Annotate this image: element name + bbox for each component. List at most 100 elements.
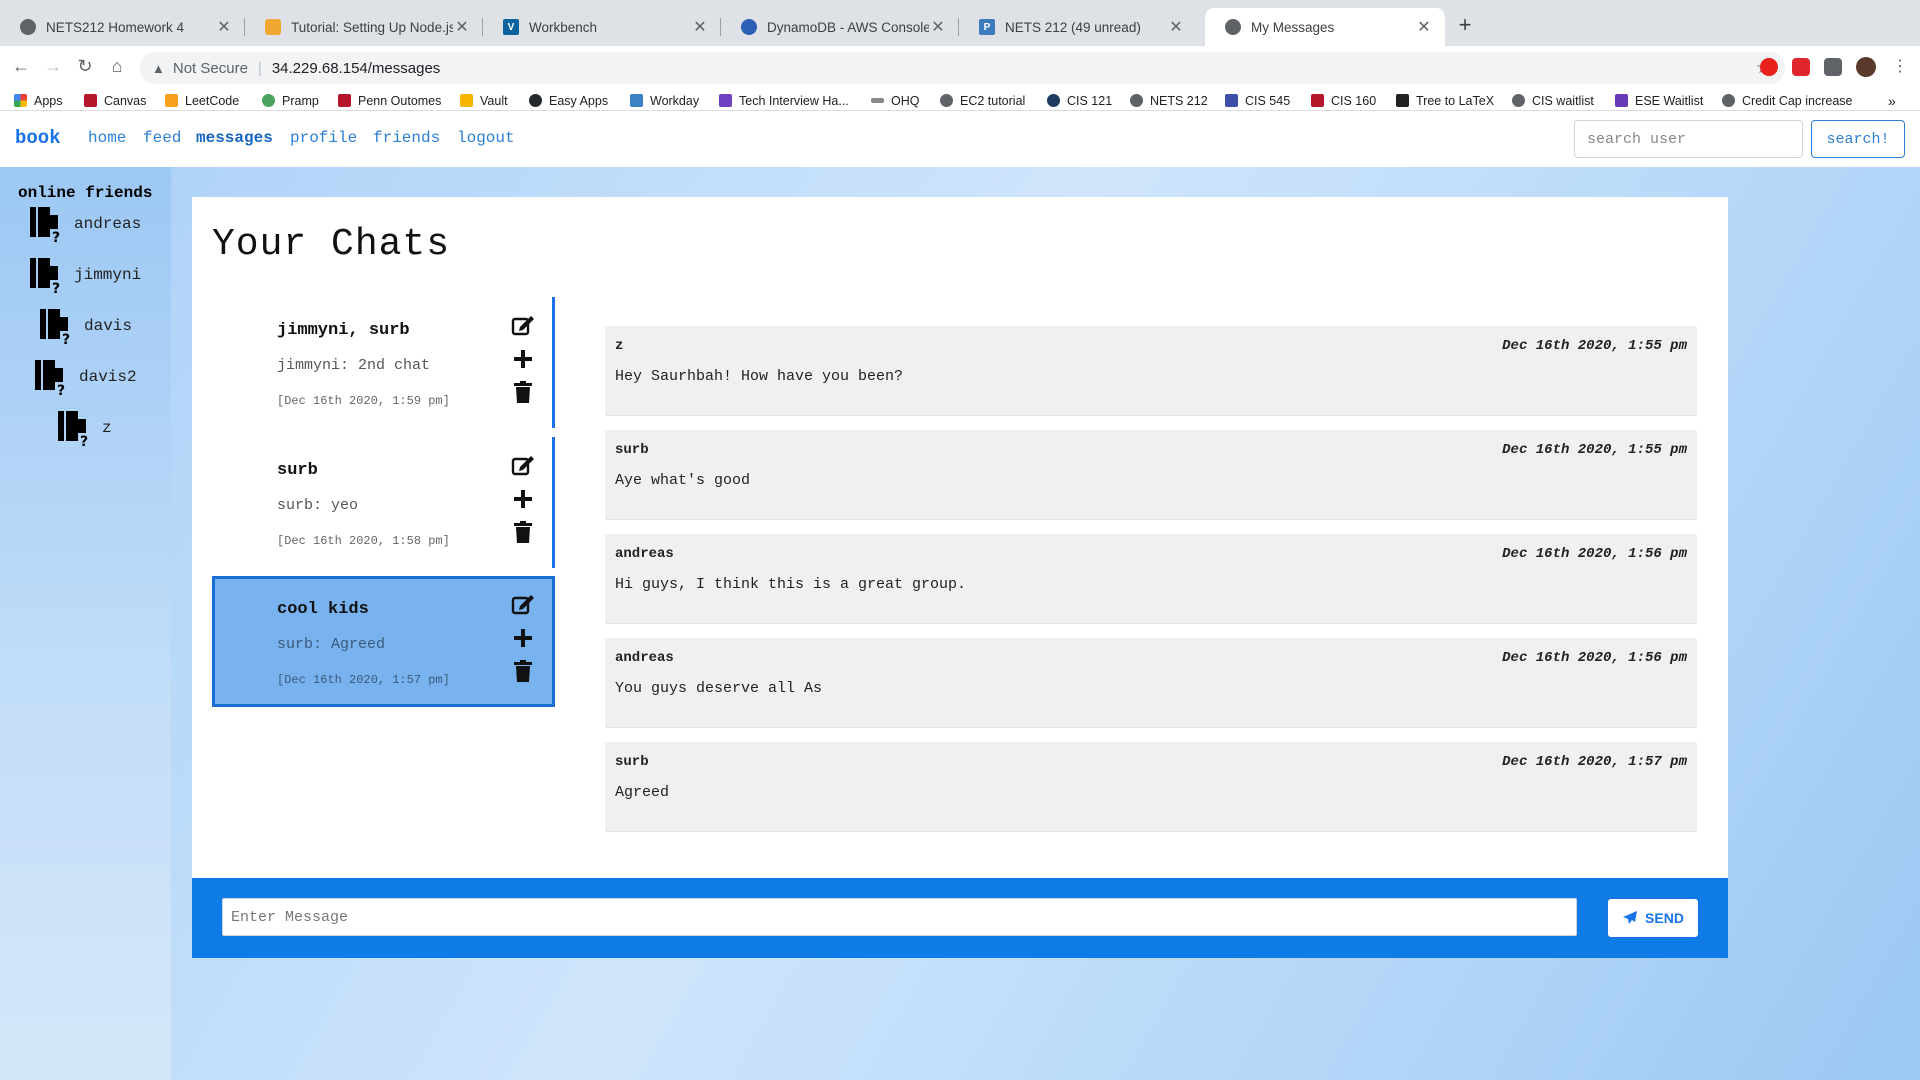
friend-name: davis xyxy=(84,317,133,335)
bookmark-item[interactable]: CIS 160 xyxy=(1311,91,1376,110)
nav-home[interactable]: home xyxy=(88,129,126,147)
bookmark-item[interactable]: Credit Cap increase xyxy=(1722,91,1852,110)
friend-item-z[interactable]: ? z xyxy=(56,409,112,447)
browser-toolbar: ← → ↻ ⌂ ▲ Not Secure | 34.229.68.154/mes… xyxy=(0,46,1920,91)
browser-tab[interactable]: Tutorial: Setting Up Node.js on ✕ xyxy=(245,8,483,46)
nav-logout[interactable]: logout xyxy=(457,129,515,147)
bookmark-item[interactable]: Workday xyxy=(630,91,699,110)
chat-timestamp: [Dec 16th 2020, 1:58 pm] xyxy=(277,534,450,548)
new-tab-button[interactable]: + xyxy=(1452,12,1478,38)
send-button[interactable]: SEND xyxy=(1607,898,1699,938)
browser-tab-active[interactable]: My Messages ✕ xyxy=(1205,8,1445,46)
browser-tab[interactable]: P NETS 212 (49 unread) ✕ xyxy=(959,8,1197,46)
more-bookmarks-icon[interactable]: » xyxy=(1888,91,1896,110)
close-icon[interactable]: ✕ xyxy=(691,17,709,37)
bookmark-item[interactable]: Penn Outomes xyxy=(338,91,441,110)
chat-name: jimmyni, surb xyxy=(277,321,410,340)
browser-tab[interactable]: NETS212 Homework 4 ✕ xyxy=(0,8,245,46)
bookmark-item[interactable]: Tech Interview Ha... xyxy=(719,91,849,110)
friend-name: jimmyni xyxy=(74,266,142,284)
bookmark-item[interactable]: Canvas xyxy=(84,91,146,110)
chat-name: cool kids xyxy=(277,600,369,619)
chat-item[interactable]: surb surb: yeo [Dec 16th 2020, 1:58 pm] xyxy=(212,437,555,568)
bookmark-item[interactable]: LeetCode xyxy=(165,91,239,110)
chat-last-message: surb: Agreed xyxy=(277,636,386,653)
message-item: surb Dec 16th 2020, 1:57 pm Agreed xyxy=(605,742,1697,832)
reload-icon[interactable]: ↻ xyxy=(73,56,97,77)
add-icon[interactable] xyxy=(510,486,536,512)
avatar[interactable] xyxy=(1856,57,1876,77)
search-button[interactable]: search! xyxy=(1811,120,1905,158)
trash-icon[interactable] xyxy=(510,379,536,405)
trash-icon[interactable] xyxy=(510,658,536,684)
bookmark-item[interactable]: NETS 212 xyxy=(1130,91,1208,110)
nav-feed[interactable]: feed xyxy=(143,129,181,147)
message-sender: surb xyxy=(615,754,649,770)
friend-item-davis[interactable]: ? davis xyxy=(38,307,132,345)
chat-last-message: jimmyni: 2nd chat xyxy=(277,357,431,374)
nav-friends[interactable]: friends xyxy=(373,129,440,147)
apps-grid-icon xyxy=(14,94,27,107)
browser-tab[interactable]: V Workbench ✕ xyxy=(483,8,721,46)
trash-icon[interactable] xyxy=(510,519,536,545)
close-icon[interactable]: ✕ xyxy=(929,17,947,37)
friend-item-jimmyni[interactable]: ? jimmyni xyxy=(28,256,141,294)
brand-logo[interactable]: book xyxy=(15,127,61,149)
online-friends-sidebar: online friends ? andreas ? jimmyni ? dav… xyxy=(0,167,171,1080)
bookmarks-bar: Apps Canvas LeetCode Pramp Penn Outomes … xyxy=(0,91,1920,111)
bookmark-item[interactable]: Tree to LaTeX xyxy=(1396,91,1494,110)
chat-timestamp: [Dec 16th 2020, 1:59 pm] xyxy=(277,394,450,408)
chat-item[interactable]: jimmyni, surb jimmyni: 2nd chat [Dec 16t… xyxy=(212,297,555,428)
nav-profile[interactable]: profile xyxy=(290,129,357,147)
forward-icon[interactable]: → xyxy=(41,56,65,77)
address-bar[interactable]: ▲ Not Secure | 34.229.68.154/messages ☆ xyxy=(140,52,1785,84)
avatar-placeholder-icon: ? xyxy=(30,207,60,243)
add-icon[interactable] xyxy=(510,346,536,372)
nav-messages[interactable]: messages xyxy=(196,129,273,147)
bookmark-item[interactable]: CIS 121 xyxy=(1047,91,1112,110)
bookmark-item[interactable]: Pramp xyxy=(262,91,319,110)
message-time: Dec 16th 2020, 1:56 pm xyxy=(1502,546,1687,562)
edit-icon[interactable] xyxy=(510,591,536,617)
latex-icon xyxy=(1396,94,1409,107)
message-text: Hi guys, I think this is a great group. xyxy=(615,576,967,593)
edit-icon[interactable] xyxy=(510,312,536,338)
browser-tab[interactable]: DynamoDB - AWS Console ✕ xyxy=(721,8,959,46)
extension-icon[interactable] xyxy=(1792,58,1810,76)
home-icon[interactable]: ⌂ xyxy=(105,56,129,77)
bookmark-item[interactable]: EC2 tutorial xyxy=(940,91,1025,110)
bookmark-item[interactable]: Apps xyxy=(14,91,63,110)
page-title: Your Chats xyxy=(212,223,451,266)
penn-icon xyxy=(1311,94,1324,107)
extension-icon[interactable] xyxy=(1760,58,1778,76)
bookmark-item[interactable]: Easy Apps xyxy=(529,91,608,110)
add-icon[interactable] xyxy=(510,625,536,651)
close-icon[interactable]: ✕ xyxy=(215,17,233,37)
close-icon[interactable]: ✕ xyxy=(453,17,471,37)
chat-name: surb xyxy=(277,461,318,480)
bookmark-item[interactable]: CIS waitlist xyxy=(1512,91,1594,110)
search-user-input[interactable] xyxy=(1574,120,1803,158)
puzzle-icon[interactable] xyxy=(1824,58,1842,76)
bookmark-item[interactable]: OHQ xyxy=(871,91,919,110)
close-icon[interactable]: ✕ xyxy=(1167,17,1185,37)
chat-last-message: surb: yeo xyxy=(277,497,359,514)
friend-item-andreas[interactable]: ? andreas xyxy=(28,205,141,243)
leetcode-icon xyxy=(165,94,178,107)
globe-icon xyxy=(1722,94,1735,107)
message-text: Hey Saurhbah! How have you been? xyxy=(615,368,904,385)
close-icon[interactable]: ✕ xyxy=(1415,17,1433,37)
globe-icon xyxy=(1225,19,1241,35)
message-input[interactable] xyxy=(222,898,1577,936)
menu-icon[interactable]: ⋮ xyxy=(1888,56,1912,76)
bookmark-item[interactable]: Vault xyxy=(460,91,508,110)
edit-icon[interactable] xyxy=(510,452,536,478)
message-item: surb Dec 16th 2020, 1:55 pm Aye what's g… xyxy=(605,430,1697,520)
back-icon[interactable]: ← xyxy=(9,56,33,77)
message-text: Aye what's good xyxy=(615,472,751,489)
bookmark-item[interactable]: ESE Waitlist xyxy=(1615,91,1703,110)
bookmark-item[interactable]: CIS 545 xyxy=(1225,91,1290,110)
friend-item-davis2[interactable]: ? davis2 xyxy=(33,358,137,396)
app-navbar: book home feed messages profile friends … xyxy=(0,111,1920,167)
chat-item-selected[interactable]: cool kids surb: Agreed [Dec 16th 2020, 1… xyxy=(212,576,555,707)
